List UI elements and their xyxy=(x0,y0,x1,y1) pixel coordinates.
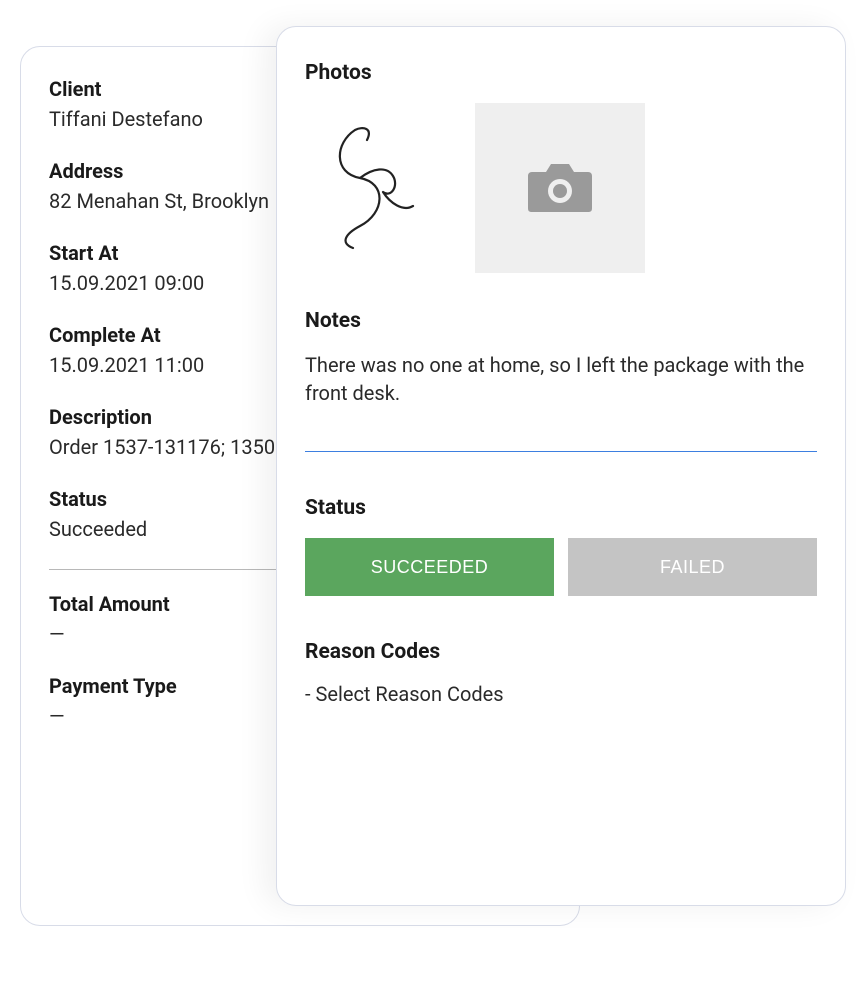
photos-heading: Photos xyxy=(305,61,817,85)
reason-codes-select[interactable]: - Select Reason Codes xyxy=(305,682,817,706)
notes-input-underline[interactable] xyxy=(305,451,817,452)
notes-value: There was no one at home, so I left the … xyxy=(305,351,817,407)
failed-button[interactable]: FAILED xyxy=(568,538,817,596)
notes-heading: Notes xyxy=(305,309,817,333)
photos-row xyxy=(305,103,817,273)
completion-card: Photos Notes There was no one at home, s… xyxy=(276,26,846,906)
status-button-group: SUCCEEDED FAILED xyxy=(305,538,817,596)
succeeded-button[interactable]: SUCCEEDED xyxy=(305,538,554,596)
status-heading: Status xyxy=(305,496,817,520)
reason-codes-heading: Reason Codes xyxy=(305,640,817,664)
add-photo-button[interactable] xyxy=(475,103,645,273)
signature-icon xyxy=(315,118,425,258)
camera-icon xyxy=(524,158,596,218)
signature-image[interactable] xyxy=(305,113,435,263)
